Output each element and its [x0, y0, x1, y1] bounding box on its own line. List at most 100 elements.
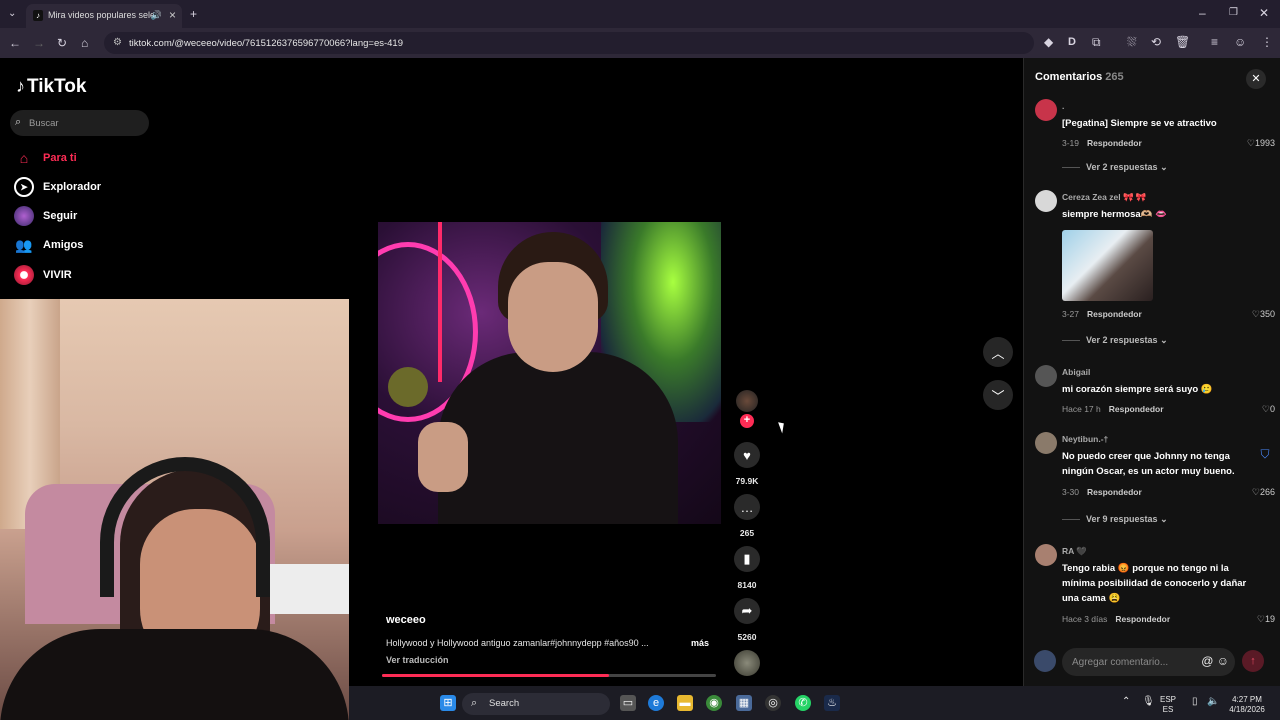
reading-list-icon[interactable]: ≡	[1211, 36, 1218, 48]
more-link[interactable]: más	[691, 638, 709, 648]
comment-input[interactable]: Agregar comentario... @ ☺	[1062, 648, 1235, 676]
comments-title-label: Comentarios	[1035, 71, 1103, 83]
app-icon[interactable]: ◎	[765, 695, 781, 711]
webcam-overlay	[0, 299, 349, 720]
sidebar-item-amigos[interactable]: 👥 Amigos	[14, 234, 83, 256]
tiktok-logo[interactable]: ♪ TikTok	[16, 76, 86, 98]
view-replies-label: Ver 9 respuestas	[1086, 514, 1158, 524]
commenter-name[interactable]: .	[1062, 101, 1064, 111]
tab-close-icon[interactable]: ×	[169, 8, 176, 22]
system-clock[interactable]: 4:27 PM 4/18/2026	[1226, 695, 1268, 715]
file-explorer-icon[interactable]: ▬	[677, 695, 693, 711]
extension-icon[interactable]: ⛆	[1127, 36, 1137, 48]
follow-plus-icon[interactable]: +	[740, 414, 754, 428]
video-progress-bar[interactable]	[382, 674, 716, 677]
home-icon[interactable]: ⌂	[81, 37, 88, 49]
reload-icon[interactable]: ↻	[57, 37, 67, 49]
extension-diamond-icon[interactable]: ◆	[1044, 36, 1053, 48]
steam-icon[interactable]: ♨	[824, 695, 840, 711]
emoji-icon[interactable]: ☺	[1217, 654, 1229, 668]
comment-sticker-image[interactable]	[1062, 230, 1153, 301]
microphone-icon[interactable]: 🎙	[1142, 697, 1155, 707]
show-hidden-icons-chevron-icon[interactable]: ⌃	[1122, 697, 1130, 707]
commenter-name[interactable]: RA 🖤	[1062, 546, 1087, 557]
history-icon[interactable]: ⟲	[1151, 36, 1161, 48]
previous-video-chevron-up-icon[interactable]: ︿	[983, 337, 1013, 367]
calculator-icon[interactable]: ▦	[736, 695, 752, 711]
comment-likes[interactable]: ♡0	[1262, 404, 1275, 415]
browser-tab[interactable]: ♪ Mira videos populares sele 🔊 ×	[26, 4, 182, 28]
reply-button[interactable]: Respondedor	[1087, 138, 1142, 148]
like-heart-icon[interactable]: ♥	[734, 442, 760, 468]
video-player[interactable]	[378, 222, 721, 524]
input-language[interactable]: ESP ES	[1160, 695, 1176, 715]
language-code-bottom: ES	[1162, 705, 1174, 714]
search-input[interactable]: ⌕ Buscar	[10, 110, 149, 136]
reply-button[interactable]: Respondedor	[1115, 614, 1170, 624]
compass-icon: ➤	[14, 177, 34, 197]
whatsapp-icon[interactable]: ✆	[795, 695, 811, 711]
chrome-browser-icon[interactable]: ◉	[706, 695, 722, 711]
volume-icon[interactable]: 🔈	[1207, 697, 1219, 707]
tab-list-icon[interactable]: ⌄	[8, 8, 16, 20]
new-tab-icon[interactable]: +	[190, 8, 197, 20]
profile-avatar-icon[interactable]: ☺	[1234, 36, 1246, 48]
sidebar-item-seguir[interactable]: Seguir	[14, 205, 77, 227]
forward-icon[interactable]: →	[33, 37, 45, 49]
commenter-avatar[interactable]	[1035, 432, 1057, 454]
commenter-avatar[interactable]	[1035, 99, 1057, 121]
comment-likes[interactable]: ♡1993	[1247, 138, 1275, 149]
tab-audio-icon[interactable]: 🔊	[151, 10, 162, 21]
reply-button[interactable]: Respondedor	[1087, 487, 1142, 497]
window-close-icon[interactable]: ✕	[1259, 7, 1269, 19]
following-avatar-icon	[14, 206, 34, 226]
sidebar-item-explorador[interactable]: ➤ Explorador	[14, 176, 101, 198]
restore-icon[interactable]: ❐	[1229, 7, 1238, 19]
commenter-avatar[interactable]	[1035, 190, 1057, 212]
extensions-puzzle-icon[interactable]: ⧉	[1092, 36, 1101, 48]
sidebar-item-para-ti[interactable]: ⌂ Para ti	[14, 147, 77, 169]
commenter-name[interactable]: Neytibun.-†	[1062, 434, 1108, 444]
shield-extension-icon[interactable]: ⛉	[1255, 447, 1275, 465]
extension-d-icon[interactable]: D	[1068, 36, 1076, 48]
comment-likes[interactable]: ♡19	[1257, 614, 1275, 625]
edge-browser-icon[interactable]: e	[648, 695, 664, 711]
commenter-name[interactable]: Cereza Zea zel 🎀 🎀	[1062, 192, 1146, 203]
reply-button[interactable]: Respondedor	[1087, 309, 1142, 319]
comment-item: Neytibun.-† No puedo creer que Johnny no…	[1035, 432, 1275, 532]
send-arrow-icon[interactable]: ↑	[1242, 650, 1264, 672]
close-icon[interactable]: ✕	[1246, 69, 1266, 89]
bookmark-icon[interactable]: ▮	[734, 546, 760, 572]
address-bar[interactable]: ⚙ tiktok.com/@weceeo/video/7615126376596…	[104, 32, 1034, 54]
taskbar-search[interactable]: ⌕ Search	[462, 693, 610, 715]
creator-avatar[interactable]	[736, 390, 758, 412]
delete-icon[interactable]: 🗑	[1175, 36, 1190, 48]
task-view-icon[interactable]: ▭	[620, 695, 636, 711]
reply-button[interactable]: Respondedor	[1109, 404, 1164, 414]
commenter-name[interactable]: Abigail	[1062, 367, 1090, 377]
back-icon[interactable]: ←	[9, 37, 21, 49]
commenter-avatar[interactable]	[1035, 365, 1057, 387]
music-disc-icon[interactable]	[734, 650, 760, 676]
minimize-icon[interactable]: –	[1199, 7, 1206, 19]
comment-bubble-icon[interactable]: …	[734, 494, 760, 520]
share-arrow-icon[interactable]: ➦	[734, 598, 760, 624]
webcam-table	[270, 564, 349, 614]
view-replies-button[interactable]: Ver 2 respuestas ⌄	[1062, 162, 1168, 173]
view-replies-button[interactable]: Ver 9 respuestas ⌄	[1062, 514, 1168, 525]
heart-outline-icon: ♡	[1251, 487, 1260, 497]
site-settings-icon[interactable]: ⚙	[113, 37, 122, 48]
mention-at-icon[interactable]: @	[1201, 654, 1213, 668]
comment-likes[interactable]: ♡350	[1252, 309, 1275, 320]
translate-link[interactable]: Ver traducción	[386, 655, 449, 665]
next-video-chevron-down-icon[interactable]: ﹀	[983, 380, 1013, 410]
video-username[interactable]: weceeo	[386, 614, 426, 626]
comment-likes[interactable]: ♡266	[1252, 487, 1275, 498]
menu-kebab-icon[interactable]: ⋮	[1261, 36, 1273, 48]
tablet-icon[interactable]: ▯	[1192, 697, 1198, 707]
friends-icon: 👥	[15, 236, 33, 253]
windows-start-icon[interactable]: ⊞	[440, 695, 456, 711]
view-replies-button[interactable]: Ver 2 respuestas ⌄	[1062, 335, 1168, 346]
sidebar-item-vivir[interactable]: VIVIR	[14, 264, 72, 286]
commenter-avatar[interactable]	[1035, 544, 1057, 566]
